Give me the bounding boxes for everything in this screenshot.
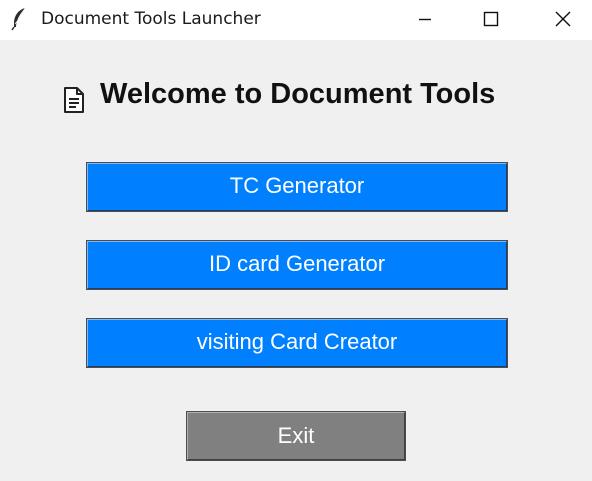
minimize-icon [419,18,431,21]
document-icon [62,86,86,114]
window-title: Document Tools Launcher [41,9,261,29]
title-bar[interactable]: Document Tools Launcher [0,0,592,40]
close-icon [555,11,571,27]
id-card-generator-button[interactable]: ID card Generator [86,240,508,290]
maximize-button[interactable] [468,0,514,40]
maximize-icon [483,11,499,27]
feather-icon [10,7,30,31]
page-title: Welcome to Document Tools [100,78,496,110]
minimize-button[interactable] [402,0,448,40]
exit-button[interactable]: Exit [186,411,406,461]
tc-generator-button[interactable]: TC Generator [86,162,508,212]
app-window: Document Tools Launcher Welcome to Docum… [0,0,592,481]
close-button[interactable] [540,0,586,40]
visiting-card-creator-button[interactable]: visiting Card Creator [86,318,508,368]
